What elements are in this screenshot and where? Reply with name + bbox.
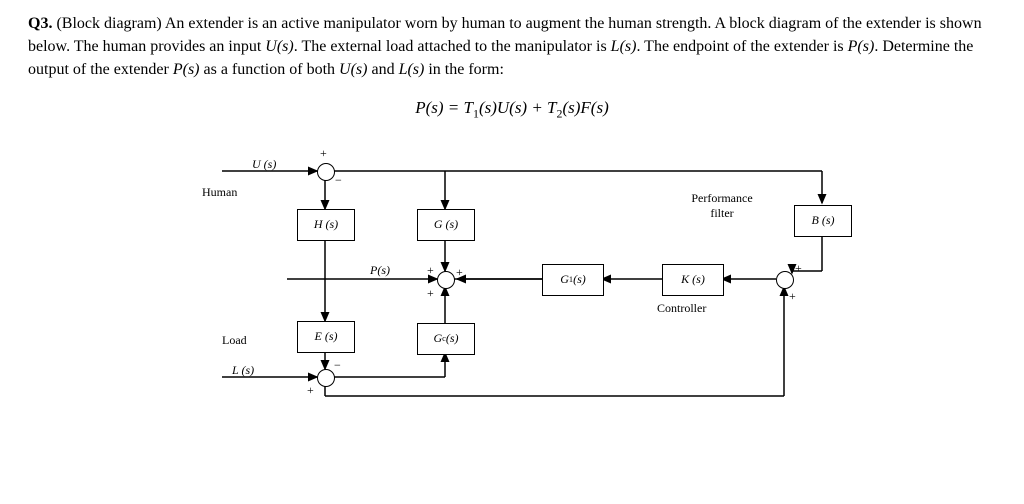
- sign: +: [307, 383, 314, 398]
- sign: +: [795, 261, 802, 276]
- sign: +: [427, 286, 434, 301]
- question-text: Q3. (Block diagram) An extender is an ac…: [28, 12, 996, 82]
- sum-load: [317, 369, 335, 387]
- label-controller: Controller: [657, 301, 706, 316]
- block-B: B (s): [794, 205, 852, 237]
- label-Ps: P(s): [370, 263, 390, 278]
- block-diagram: + − + + + − + + + H (s) G (s) E (s) Gc(s…: [162, 131, 862, 411]
- sign: +: [789, 289, 796, 304]
- sign: +: [456, 265, 463, 280]
- block-K: K (s): [662, 264, 724, 296]
- block-H: H (s): [297, 209, 355, 241]
- sign: −: [334, 358, 341, 373]
- sign: +: [320, 146, 327, 161]
- sign: +: [427, 263, 434, 278]
- label-human: Human: [202, 185, 237, 200]
- label-Ls: L (s): [232, 363, 254, 378]
- block-G: G (s): [417, 209, 475, 241]
- label-Us: U (s): [252, 157, 276, 172]
- sum-controller: [776, 271, 794, 289]
- block-G1: G1(s): [542, 264, 604, 296]
- block-E: E (s): [297, 321, 355, 353]
- equation: P(s) = T1(s)U(s) + T2(s)F(s): [28, 98, 996, 121]
- label-performance: Performancefilter: [662, 191, 782, 221]
- label-load: Load: [222, 333, 247, 348]
- block-Gc: Gc(s): [417, 323, 475, 355]
- sum-human: [317, 163, 335, 181]
- sum-p: [437, 271, 455, 289]
- sign: −: [335, 173, 342, 188]
